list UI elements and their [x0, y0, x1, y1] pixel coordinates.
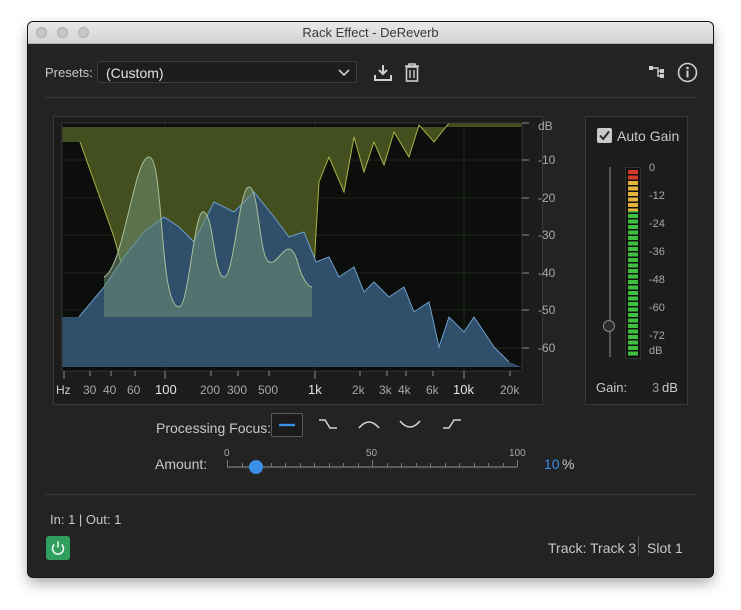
- focus-low-high-icon: [399, 420, 421, 428]
- amount-label: Amount:: [155, 456, 208, 472]
- amount-value[interactable]: 10: [544, 456, 560, 472]
- amount-tick-mark: [285, 463, 286, 467]
- io-status: In: 1 | Out: 1: [50, 512, 122, 527]
- amount-tick-mark: [372, 460, 373, 467]
- track-label: Track: Track 3: [548, 540, 637, 556]
- amount-tick-mark: [241, 463, 243, 467]
- gain-label: Gain:: [596, 380, 628, 395]
- dereverb-graph-panel: dB -10 -20 -30 -40 -50 -60 Hz 30 40 60 1…: [53, 116, 555, 405]
- level-meter: [625, 167, 641, 359]
- amount-tick-mark: [343, 463, 344, 467]
- freq-tick-label: 500: [258, 383, 279, 397]
- amount-tick-mark: [401, 463, 402, 467]
- processing-focus-label: Processing Focus:: [156, 420, 272, 436]
- db-tick-label: -20: [538, 191, 556, 205]
- delete-preset-icon[interactable]: [403, 62, 421, 83]
- freq-tick-label: 4k: [398, 383, 411, 397]
- amount-scale-max: 100: [509, 448, 526, 459]
- meter-unit-label: dB: [649, 345, 663, 357]
- meter-tick-label: 0: [649, 162, 656, 174]
- db-tick-label: -10: [538, 153, 556, 167]
- freq-tick-label: 40: [103, 383, 117, 397]
- freq-major-label: 10k: [453, 382, 474, 397]
- focus-high-icon: [319, 419, 337, 429]
- freq-tick-label: 200: [200, 383, 221, 397]
- amount-slider-thumb[interactable]: [249, 460, 263, 474]
- amount-unit: %: [562, 456, 575, 472]
- focus-high-button[interactable]: [313, 413, 345, 437]
- gain-panel: Auto Gain 0 -12 -24 -36 -48 -60 -72 dB G…: [585, 116, 688, 405]
- amount-tick-mark: [314, 463, 315, 467]
- footer-divider: [45, 494, 695, 495]
- amount-tick-mark: [299, 463, 301, 467]
- gain-slider-thumb[interactable]: [603, 320, 615, 332]
- meter-tick-label: -24: [649, 218, 665, 230]
- spectrum-graph[interactable]: [54, 117, 542, 404]
- amount-tick-mark: [415, 463, 417, 467]
- routing-icon[interactable]: [648, 64, 666, 80]
- header-divider: [45, 97, 695, 98]
- freq-tick-label: 20k: [500, 383, 520, 397]
- gain-value[interactable]: 3: [652, 380, 659, 395]
- db-tick-label: -30: [538, 228, 556, 242]
- db-unit-label: dB: [538, 119, 553, 133]
- freq-unit-label: Hz: [56, 383, 71, 397]
- freq-tick-label: 6k: [426, 383, 439, 397]
- amount-scale-mid: 50: [366, 448, 378, 459]
- power-icon: [51, 541, 65, 555]
- amount-tick-mark: [517, 460, 518, 467]
- meter-tick-label: -36: [649, 246, 665, 258]
- meter-tick-label: -48: [649, 274, 665, 286]
- amount-tick-mark: [430, 463, 431, 467]
- presets-dropdown[interactable]: (Custom): [97, 61, 357, 83]
- freq-tick-label: 300: [227, 383, 248, 397]
- db-tick-label: -50: [538, 303, 556, 317]
- amount-tick-mark: [473, 463, 475, 467]
- save-preset-icon[interactable]: [373, 63, 393, 83]
- slot-label: Slot 1: [647, 540, 683, 556]
- freq-tick-label: 30: [83, 383, 97, 397]
- presets-label: Presets:: [45, 65, 93, 80]
- power-button[interactable]: [46, 536, 70, 560]
- checkmark-icon: [599, 130, 610, 141]
- auto-gain-label: Auto Gain: [617, 128, 680, 144]
- presets-value: (Custom): [106, 65, 164, 81]
- amount-tick-mark: [328, 463, 330, 467]
- gain-unit: dB: [662, 380, 678, 395]
- chevron-down-icon: [338, 69, 350, 77]
- db-tick-label: -40: [538, 266, 556, 280]
- freq-tick-label: 3k: [379, 383, 392, 397]
- amount-tick-mark: [444, 463, 446, 467]
- meter-tick-label: -72: [649, 330, 665, 342]
- amount-tick-mark: [488, 463, 489, 467]
- meter-tick-label: -60: [649, 302, 665, 314]
- freq-tick-label: 2k: [352, 383, 365, 397]
- focus-low-icon: [443, 419, 461, 429]
- freq-major-label: 100: [155, 382, 177, 397]
- focus-evenly-icon: [279, 423, 295, 427]
- amount-tick-mark: [227, 460, 228, 467]
- meter-tick-label: -12: [649, 190, 665, 202]
- freq-tick-label: 60: [127, 383, 141, 397]
- focus-low-high-button[interactable]: [395, 413, 427, 437]
- focus-mid-button[interactable]: [354, 413, 386, 437]
- focus-low-button[interactable]: [437, 413, 469, 437]
- focus-evenly-button[interactable]: [271, 413, 303, 437]
- auto-gain-checkbox[interactable]: [597, 128, 612, 143]
- rack-effect-window: Rack Effect - DeReverb Presets: (Custom): [28, 22, 713, 577]
- footer-separator: [638, 536, 639, 556]
- db-tick-label: -60: [538, 341, 556, 355]
- amount-tick-mark: [459, 463, 460, 467]
- focus-mid-icon: [358, 421, 380, 429]
- freq-major-label: 1k: [308, 382, 322, 397]
- amount-scale-min: 0: [224, 448, 230, 459]
- info-icon[interactable]: [677, 62, 698, 83]
- amount-tick-mark: [357, 463, 359, 467]
- window-title: Rack Effect - DeReverb: [302, 25, 439, 40]
- title-bar[interactable]: Rack Effect - DeReverb: [28, 22, 713, 44]
- amount-tick-mark: [270, 463, 272, 467]
- amount-tick-mark: [386, 463, 388, 467]
- amount-tick-mark: [502, 463, 504, 467]
